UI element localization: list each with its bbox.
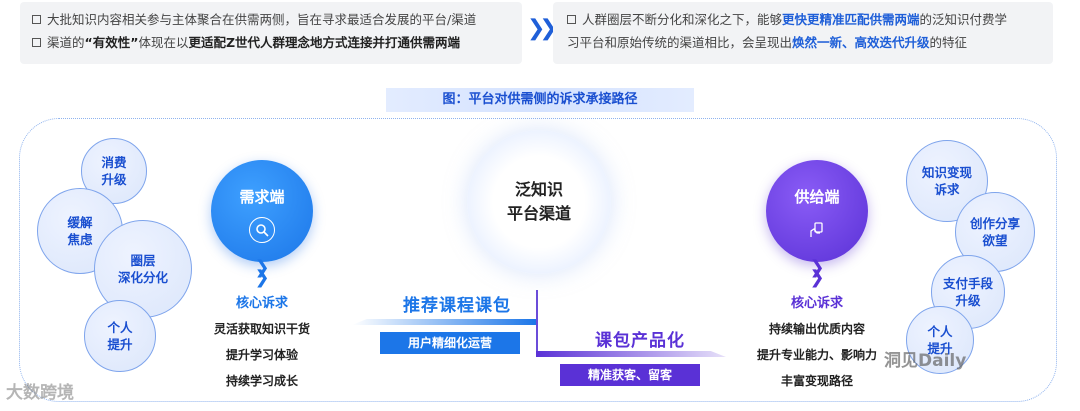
- demand-requirements-list: 灵活获取知识干货 提升学习体验 持续学习成长: [192, 316, 332, 394]
- chevron-down-icon: ❯ ❯: [254, 257, 270, 288]
- watermark-right: 洞见Daily: [884, 351, 967, 371]
- supply-core-title: 核心诉求: [790, 296, 843, 311]
- supply-side-title: 供给端: [794, 188, 840, 206]
- center-platform-title: 泛知识 平台渠道: [506, 180, 571, 223]
- square-bullet-icon: [567, 15, 576, 24]
- hand-cards-icon: [804, 217, 830, 243]
- square-bullet-icon: [32, 38, 41, 47]
- summary-right-line2: 习平台和原始传统的渠道相比，会呈现出焕然一新、高效迭代升级的特征: [567, 35, 968, 50]
- summary-right-box: 人群圈层不断分化和深化之下，能够更快更精准匹配供需两端的泛知识付费学 习平台和原…: [553, 2, 1053, 64]
- summary-right-line1: 人群圈层不断分化和深化之下，能够更快更精准匹配供需两端的泛知识付费学: [567, 8, 1041, 31]
- supply-side-circle: 供给端: [766, 160, 868, 262]
- chevron-down-icon: ❯ ❯: [809, 257, 825, 288]
- supply-requirements-list: 持续输出优质内容 提升专业能力、影响力 丰富变现路径: [747, 316, 887, 394]
- package-path-bar: [536, 351, 726, 357]
- path-divider-line: [536, 290, 538, 352]
- diagram-caption: 图：平台对供需侧的诉求承接路径: [386, 88, 694, 112]
- summary-left-line2: 渠道的“有效性”体现在以更适配Z世代人群理念地方式连接并打通供需两端: [32, 31, 510, 54]
- summary-left-line1: 大批知识内容相关参与主体聚合在供需两侧，旨在寻求最适合发展的平台/渠道: [32, 8, 510, 31]
- list-item: 灵活获取知识干货: [213, 322, 310, 336]
- double-chevron-right-icon: ❯❯: [527, 16, 558, 41]
- search-icon: [249, 217, 275, 243]
- recommend-course-label: 推荐课程课包: [403, 296, 511, 316]
- list-item: 提升专业能力、影响力: [756, 348, 877, 362]
- list-item: 持续输出优质内容: [768, 322, 865, 336]
- package-productization-label: 课包产品化: [595, 331, 685, 351]
- recommend-path-bar: [352, 319, 536, 325]
- bubble-personal-growth-left: 个人 提升: [84, 300, 156, 372]
- watermark-left: 大数跨境: [6, 383, 74, 403]
- list-item: 丰富变现路径: [780, 374, 853, 388]
- square-bullet-icon: [32, 15, 41, 24]
- list-item: 提升学习体验: [225, 348, 298, 362]
- demand-core-title: 核心诉求: [235, 296, 288, 311]
- demand-side-circle: 需求端: [211, 160, 313, 262]
- summary-left-box: 大批知识内容相关参与主体聚合在供需两侧，旨在寻求最适合发展的平台/渠道 渠道的“…: [20, 2, 522, 64]
- precise-acquisition-tag: 精准获客、留客: [560, 364, 700, 386]
- demand-side-title: 需求端: [239, 188, 285, 206]
- user-operation-tag: 用户精细化运营: [380, 332, 520, 354]
- list-item: 持续学习成长: [225, 374, 298, 388]
